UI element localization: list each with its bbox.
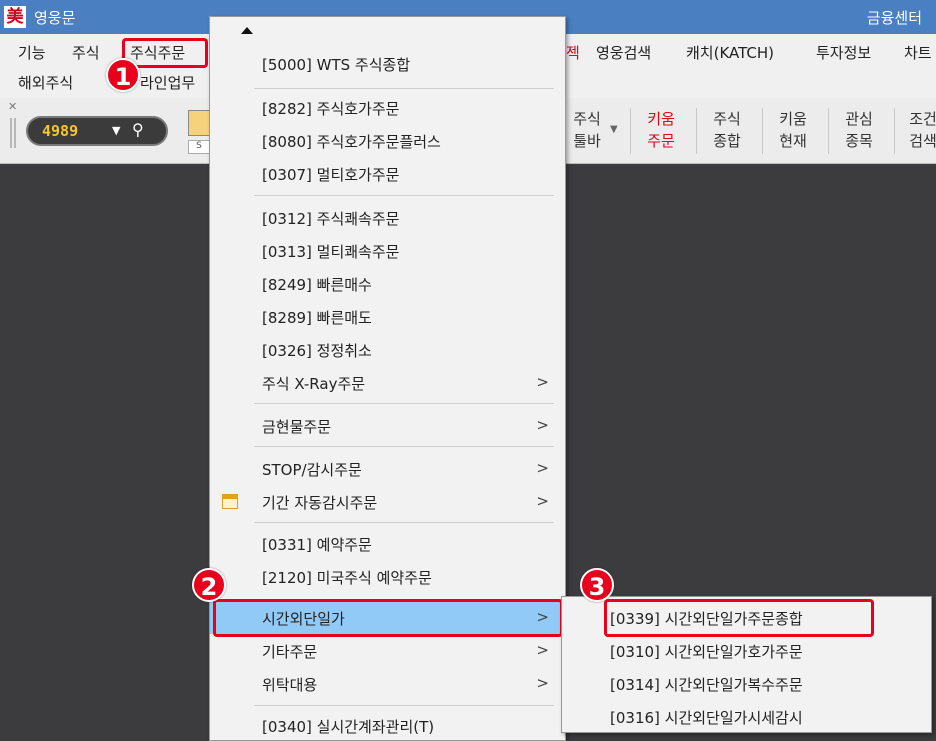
toolbar-kiwoom-current-button[interactable]: 키움 현재 <box>766 108 820 152</box>
menu-online-business[interactable]: 라인업무 <box>140 72 195 93</box>
close-icon[interactable]: ✕ <box>8 100 17 113</box>
chevron-right-icon: > <box>536 373 549 391</box>
step-1-badge: 1 <box>106 58 140 92</box>
calendar-icon <box>222 494 238 509</box>
toolbar-stock-overview-button[interactable]: 주식 종합 <box>700 108 754 152</box>
menu-item-reservation-order[interactable]: [0331] 예약주문 <box>210 527 565 560</box>
toolbar-divider <box>828 108 829 154</box>
stock-code-search[interactable]: 4989 ▼ ⚲ <box>26 116 168 146</box>
menu-item-stock-quote-order-plus[interactable]: [8080] 주식호가주문플러스 <box>210 124 565 157</box>
toolbar-watchlist-button[interactable]: 관심 종목 <box>832 108 886 152</box>
menu-chart[interactable]: 차트 <box>904 42 932 63</box>
finance-center-link[interactable]: 금융센터 <box>867 7 922 28</box>
menu-function[interactable]: 기능 <box>18 42 46 63</box>
menu-divider <box>254 522 554 523</box>
chevron-right-icon: > <box>536 492 549 510</box>
chevron-right-icon: > <box>536 416 549 434</box>
stock-order-dropdown-menu: [5000] WTS 주식종합 [8282] 주식호가주문 [8080] 주식호… <box>209 16 566 741</box>
toolbar-divider <box>762 108 763 154</box>
toolbar-grip-handle[interactable] <box>10 118 16 148</box>
menu-item-wts-stock-overview[interactable]: [5000] WTS 주식종합 <box>210 47 565 80</box>
menu-item-period-auto-watch-order[interactable]: 기간 자동감시주문 > <box>210 485 565 518</box>
chevron-right-icon: > <box>536 459 549 477</box>
step-3-badge: 3 <box>580 568 614 602</box>
toolbar-dropdown-icon[interactable]: ▼ <box>610 124 618 135</box>
menu-item-realtime-account-management[interactable]: [0340] 실시간계좌관리(T) <box>210 709 565 741</box>
menu-item-multi-quote-order[interactable]: [0307] 멀티호가주문 <box>210 157 565 190</box>
menu-item-consignment-substitute[interactable]: 위탁대용 > <box>210 667 565 700</box>
toolbar-small-button[interactable]: S <box>188 140 210 154</box>
submenu-item-after-hours-price-watch[interactable]: [0316] 시간외단일가시세감시 <box>562 700 931 733</box>
menu-catch[interactable]: 캐치(KATCH) <box>686 42 774 63</box>
scroll-up-arrow-icon[interactable] <box>241 27 253 34</box>
search-icon[interactable]: ⚲ <box>132 120 144 139</box>
menu-divider <box>254 195 554 196</box>
menu-item-quick-sell[interactable]: [8289] 빠른매도 <box>210 300 565 333</box>
menu-item-stop-watch-order[interactable]: STOP/감시주문 > <box>210 452 565 485</box>
menu-overseas-stock[interactable]: 해외주식 <box>18 72 73 93</box>
menu-item-other-orders[interactable]: 기타주문 > <box>210 634 565 667</box>
chevron-right-icon: > <box>536 674 549 692</box>
highlight-box-after-hours <box>213 599 563 637</box>
menu-item-xray-order[interactable]: 주식 X-Ray주문 > <box>210 366 565 399</box>
menu-divider <box>254 403 554 404</box>
toolbar-kiwoom-order-button[interactable]: 키움 주문 <box>634 108 688 152</box>
after-hours-submenu: [0339] 시간외단일가주문종합 [0310] 시간외단일가호가주문 [031… <box>561 596 932 733</box>
chevron-down-icon[interactable]: ▼ <box>112 124 120 137</box>
highlight-box-order-overview <box>604 599 874 637</box>
menu-item-stock-quote-order[interactable]: [8282] 주식호가주문 <box>210 91 565 124</box>
toolbar-divider <box>894 108 895 154</box>
app-title: 영웅문 <box>34 9 76 27</box>
menu-item-stock-fast-order[interactable]: [0312] 주식쾌속주문 <box>210 201 565 234</box>
menu-invest-info[interactable]: 투자정보 <box>816 42 871 63</box>
submenu-item-after-hours-quote-order[interactable]: [0310] 시간외단일가호가주문 <box>562 634 931 667</box>
save-icon[interactable] <box>188 110 210 136</box>
menu-item-modify-cancel[interactable]: [0326] 정정취소 <box>210 333 565 366</box>
menu-divider <box>254 88 554 89</box>
menu-item-quick-buy[interactable]: [8249] 빠른매수 <box>210 267 565 300</box>
toolbar-divider <box>630 108 631 154</box>
toolbar-condition-search-button[interactable]: 조건 검색 <box>896 108 936 152</box>
toolbar-divider <box>696 108 697 154</box>
menu-item-us-stock-reservation-order[interactable]: [2120] 미국주식 예약주문 <box>210 560 565 593</box>
menu-stock[interactable]: 주식 <box>72 42 100 63</box>
menu-hero-search[interactable]: 영웅검색 <box>596 42 651 63</box>
step-2-badge: 2 <box>192 568 226 602</box>
chevron-right-icon: > <box>536 641 549 659</box>
app-logo-icon: 美 <box>4 6 26 28</box>
menu-divider <box>254 446 554 447</box>
stock-code-input[interactable]: 4989 <box>42 122 78 140</box>
submenu-item-after-hours-multiple-order[interactable]: [0314] 시간외단일가복수주문 <box>562 667 931 700</box>
toolbar-stock-toolbar-button[interactable]: 주식 툴바 <box>560 108 614 152</box>
menu-partial-item[interactable]: 젝 <box>566 42 580 63</box>
menu-divider <box>254 705 554 706</box>
menu-item-multi-fast-order[interactable]: [0313] 멀티쾌속주문 <box>210 234 565 267</box>
menu-item-gold-spot-order[interactable]: 금현물주문 > <box>210 409 565 442</box>
